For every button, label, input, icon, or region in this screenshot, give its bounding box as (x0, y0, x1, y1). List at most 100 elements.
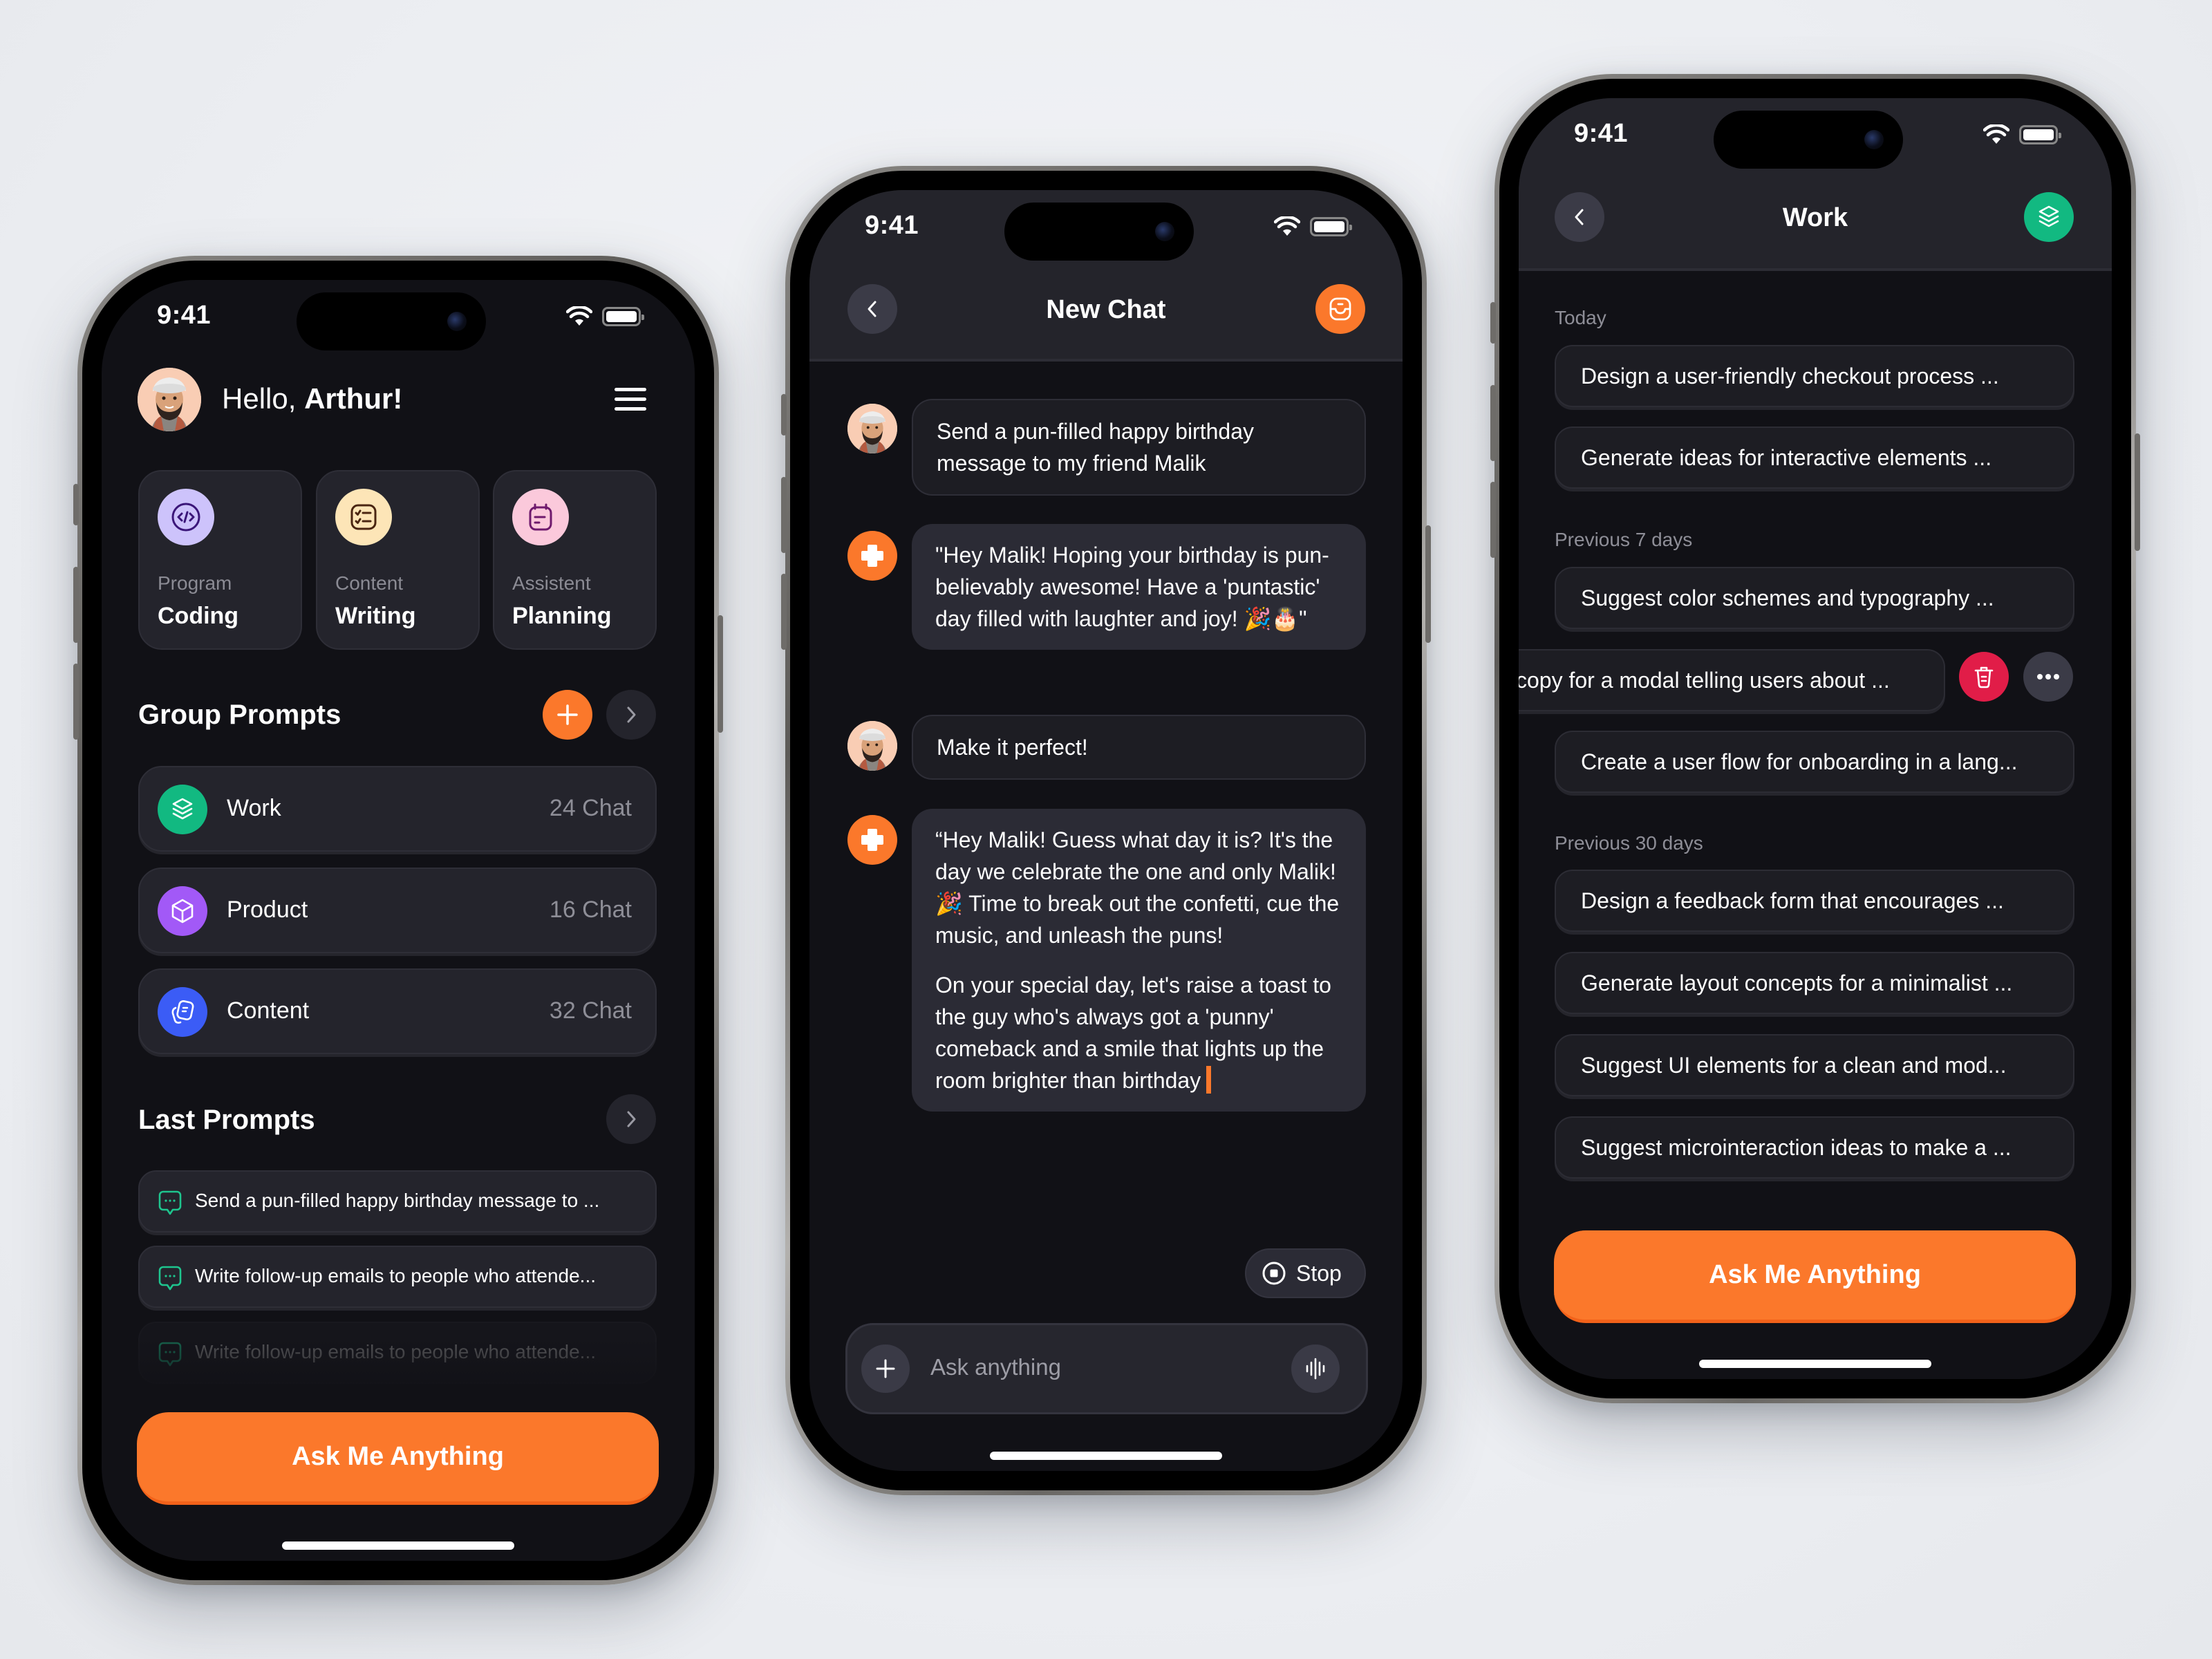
stop-generating-button[interactable]: Stop (1245, 1248, 1366, 1298)
delete-button[interactable] (1959, 652, 2009, 702)
battery-icon (2019, 125, 2061, 144)
home-indicator (282, 1541, 514, 1550)
assistant-message-streaming: “Hey Malik! Guess what day it is? It's t… (912, 809, 1366, 1112)
group-row-work[interactable]: Work 24 Chat (138, 766, 657, 852)
history-item[interactable]: Design a user-friendly checkout process … (1555, 345, 2074, 407)
message-paragraph: On your special day, let's raise a toast… (935, 973, 1331, 1094)
ask-me-anything-button[interactable]: Ask Me Anything (1554, 1230, 2076, 1323)
layers-icon (172, 798, 193, 820)
status-time: 9:41 (157, 301, 212, 330)
layers-icon-badge (158, 785, 207, 834)
history-item[interactable]: Create a user flow for onboarding in a l… (1555, 731, 2074, 793)
plus-icon (557, 704, 578, 725)
user-message: Send a pun-filled happy birthday message… (912, 399, 1366, 496)
assistant-logo-icon (861, 829, 883, 851)
user-avatar[interactable] (138, 368, 201, 431)
add-group-button[interactable] (543, 690, 592, 740)
history-item-swiped[interactable]: copy for a modal telling users about ... (1519, 649, 1945, 711)
group-row-content[interactable]: Content 32 Chat (138, 968, 657, 1054)
layers-icon (2038, 205, 2059, 227)
chevron-right-icon (627, 706, 636, 723)
waveform-icon (1306, 1358, 1325, 1380)
home-indicator (990, 1452, 1222, 1460)
last-prompt-text: Send a pun-filled happy birthday message… (195, 1190, 600, 1211)
group-name: Work (227, 795, 281, 821)
more-horizontal-icon (2037, 674, 2059, 679)
more-options-button[interactable] (2023, 652, 2073, 702)
message-input-bar[interactable]: Ask anything (845, 1323, 1368, 1414)
history-item[interactable]: Generate layout concepts for a minimalis… (1555, 952, 2074, 1014)
phone-work: 9:41 Work Today Design a user-friendly c… (1490, 74, 2140, 1403)
dynamic-island (1714, 111, 1903, 169)
history-item[interactable]: Generate ideas for interactive elements … (1555, 427, 2074, 489)
battery-icon (602, 307, 644, 326)
last-prompt-item[interactable]: Write follow-up emails to people who att… (138, 1246, 657, 1308)
trash-icon (1974, 666, 1994, 688)
group-icon-button[interactable] (2024, 192, 2074, 242)
group-count: 16 Chat (549, 897, 632, 923)
group-prompts-title: Group Prompts (138, 700, 341, 730)
attach-button[interactable] (861, 1344, 910, 1393)
assistant-avatar (847, 531, 897, 581)
assistant-avatar (847, 815, 897, 865)
message-input[interactable]: Ask anything (930, 1354, 1061, 1380)
dynamic-island (1004, 203, 1194, 261)
home-screen: 9:41 Hello, Arthur! Program Coding Conte… (102, 280, 695, 1561)
work-title: Work (1782, 203, 1848, 232)
chat-bubble-icon (158, 1266, 182, 1291)
wifi-icon (1274, 216, 1300, 236)
card-title: Writing (335, 603, 416, 629)
wifi-icon (566, 306, 592, 326)
cards-icon (171, 1000, 194, 1024)
fade-overlay (102, 1338, 695, 1414)
chevron-right-icon (627, 1111, 636, 1127)
chat-bubble-icon (158, 1190, 182, 1215)
greeting: Hello, Arthur! (222, 382, 403, 415)
group-name: Product (227, 897, 308, 923)
checklist-icon-badge (335, 489, 392, 545)
history-item[interactable]: Suggest color schemes and typography ... (1555, 567, 2074, 629)
assistant-message: "Hey Malik! Hoping your birthday is pun-… (912, 524, 1366, 650)
history-item[interactable]: Suggest UI elements for a clean and mod.… (1555, 1034, 2074, 1096)
group-count: 24 Chat (549, 795, 632, 821)
menu-button[interactable] (613, 385, 648, 413)
ask-me-anything-button[interactable]: Ask Me Anything (137, 1412, 659, 1505)
card-subtitle: Program (158, 572, 232, 594)
group-prompts-more-button[interactable] (606, 690, 656, 740)
section-label-today: Today (1555, 307, 1606, 328)
dynamic-island (297, 292, 486, 350)
status-icons (1274, 216, 1352, 237)
group-count: 32 Chat (549, 997, 632, 1024)
history-item[interactable]: Design a feedback form that encourages .… (1555, 870, 2074, 932)
inbox-icon (1329, 297, 1351, 321)
chat-title: New Chat (1046, 295, 1166, 324)
last-prompts-more-button[interactable] (606, 1094, 656, 1144)
code-icon (171, 503, 200, 532)
section-label-previous-7-days: Previous 7 days (1555, 529, 1693, 550)
status-time: 9:41 (1574, 119, 1629, 148)
group-row-product[interactable]: Product 16 Chat (138, 868, 657, 953)
voice-input-button[interactable] (1291, 1344, 1340, 1393)
phone-chat: 9:41 New Chat Send a pun-filled happy bi… (781, 166, 1431, 1495)
quick-action-planning[interactable]: Assistent Planning (493, 470, 657, 650)
chat-options-button[interactable] (1315, 284, 1365, 334)
last-prompt-text: Write follow-up emails to people who att… (195, 1265, 597, 1286)
last-prompts-title: Last Prompts (138, 1105, 315, 1135)
user-avatar (847, 721, 897, 771)
code-icon-badge (158, 489, 214, 545)
history-item[interactable]: Suggest microinteraction ideas to make a… (1555, 1116, 2074, 1179)
box-icon-badge (158, 886, 207, 936)
stop-icon (1262, 1262, 1286, 1285)
quick-action-writing[interactable]: Content Writing (316, 470, 480, 650)
quick-action-coding[interactable]: Program Coding (138, 470, 302, 650)
user-avatar (847, 404, 897, 453)
chat-screen: 9:41 New Chat Send a pun-filled happy bi… (809, 190, 1403, 1471)
last-prompt-item[interactable]: Send a pun-filled happy birthday message… (138, 1170, 657, 1232)
card-subtitle: Assistent (512, 572, 591, 594)
status-icons (566, 306, 644, 327)
calendar-icon (529, 503, 552, 531)
plus-icon (876, 1359, 895, 1378)
hamburger-menu-icon (615, 388, 646, 411)
checklist-icon (350, 504, 377, 530)
assistant-logo-icon (861, 545, 883, 567)
